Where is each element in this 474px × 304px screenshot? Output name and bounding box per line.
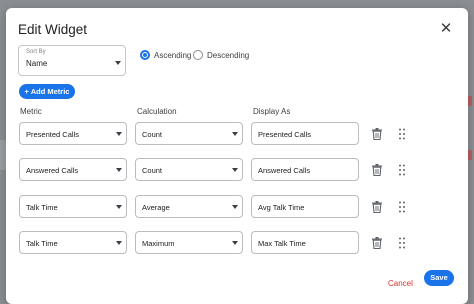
- metric-value: Talk Time: [26, 203, 58, 212]
- calculation-value: Maximum: [142, 239, 175, 248]
- display-as-value: Max Talk Time: [258, 239, 306, 248]
- metric-select[interactable]: Talk Time: [19, 231, 127, 254]
- descending-label: Descending: [207, 51, 250, 60]
- chevron-down-icon: [232, 168, 238, 172]
- metric-value: Presented Calls: [26, 130, 79, 139]
- calculation-value: Count: [142, 166, 163, 175]
- display-as-input[interactable]: Answered Calls: [251, 158, 359, 181]
- sort-by-label: Sort By: [26, 49, 46, 55]
- column-header-display-as: Display As: [253, 107, 291, 116]
- sort-by-value: Name: [26, 59, 48, 68]
- edit-widget-dialog: Edit Widget ✕ Sort By Name Ascending Des…: [6, 8, 468, 304]
- display-as-input[interactable]: Max Talk Time: [251, 231, 359, 254]
- drag-handle-icon[interactable]: [398, 237, 406, 249]
- chevron-down-icon: [115, 61, 121, 65]
- trash-icon[interactable]: [372, 201, 382, 213]
- drag-handle-icon[interactable]: [398, 201, 406, 213]
- descending-radio[interactable]: [193, 50, 203, 60]
- metric-value: Answered Calls: [26, 166, 79, 175]
- save-button[interactable]: Save: [424, 270, 454, 286]
- calculation-select[interactable]: Count: [135, 158, 243, 181]
- trash-icon[interactable]: [372, 128, 382, 140]
- chevron-down-icon: [232, 205, 238, 209]
- dialog-title: Edit Widget: [18, 22, 88, 37]
- chevron-down-icon: [116, 205, 122, 209]
- display-as-value: Answered Calls: [258, 166, 311, 175]
- calculation-value: Count: [142, 130, 163, 139]
- sort-by-select[interactable]: Sort By Name: [18, 45, 126, 76]
- drag-handle-icon[interactable]: [398, 164, 406, 176]
- calculation-select[interactable]: Average: [135, 195, 243, 218]
- chevron-down-icon: [116, 132, 122, 136]
- drag-handle-icon[interactable]: [398, 128, 406, 140]
- metric-select[interactable]: Presented Calls: [19, 122, 127, 145]
- add-metric-button[interactable]: + Add Metric: [19, 84, 75, 99]
- calculation-select[interactable]: Count: [135, 122, 243, 145]
- display-as-value: Presented Calls: [258, 130, 311, 139]
- display-as-input[interactable]: Avg Talk Time: [251, 195, 359, 218]
- backdrop-accent: [468, 150, 472, 160]
- column-header-calculation: Calculation: [137, 107, 177, 116]
- metric-select[interactable]: Answered Calls: [19, 158, 127, 181]
- display-as-input[interactable]: Presented Calls: [251, 122, 359, 145]
- metric-value: Talk Time: [26, 239, 58, 248]
- trash-icon[interactable]: [372, 237, 382, 249]
- ascending-label: Ascending: [154, 51, 192, 60]
- chevron-down-icon: [116, 168, 122, 172]
- column-header-metric: Metric: [20, 107, 42, 116]
- chevron-down-icon: [232, 241, 238, 245]
- chevron-down-icon: [232, 132, 238, 136]
- metric-select[interactable]: Talk Time: [19, 195, 127, 218]
- close-icon[interactable]: ✕: [438, 21, 454, 37]
- calculation-select[interactable]: Maximum: [135, 231, 243, 254]
- chevron-down-icon: [116, 241, 122, 245]
- cancel-button[interactable]: Cancel: [388, 279, 413, 288]
- ascending-radio[interactable]: [140, 50, 150, 60]
- display-as-value: Avg Talk Time: [258, 203, 305, 212]
- calculation-value: Average: [142, 203, 170, 212]
- trash-icon[interactable]: [372, 164, 382, 176]
- backdrop-accent: [468, 96, 472, 106]
